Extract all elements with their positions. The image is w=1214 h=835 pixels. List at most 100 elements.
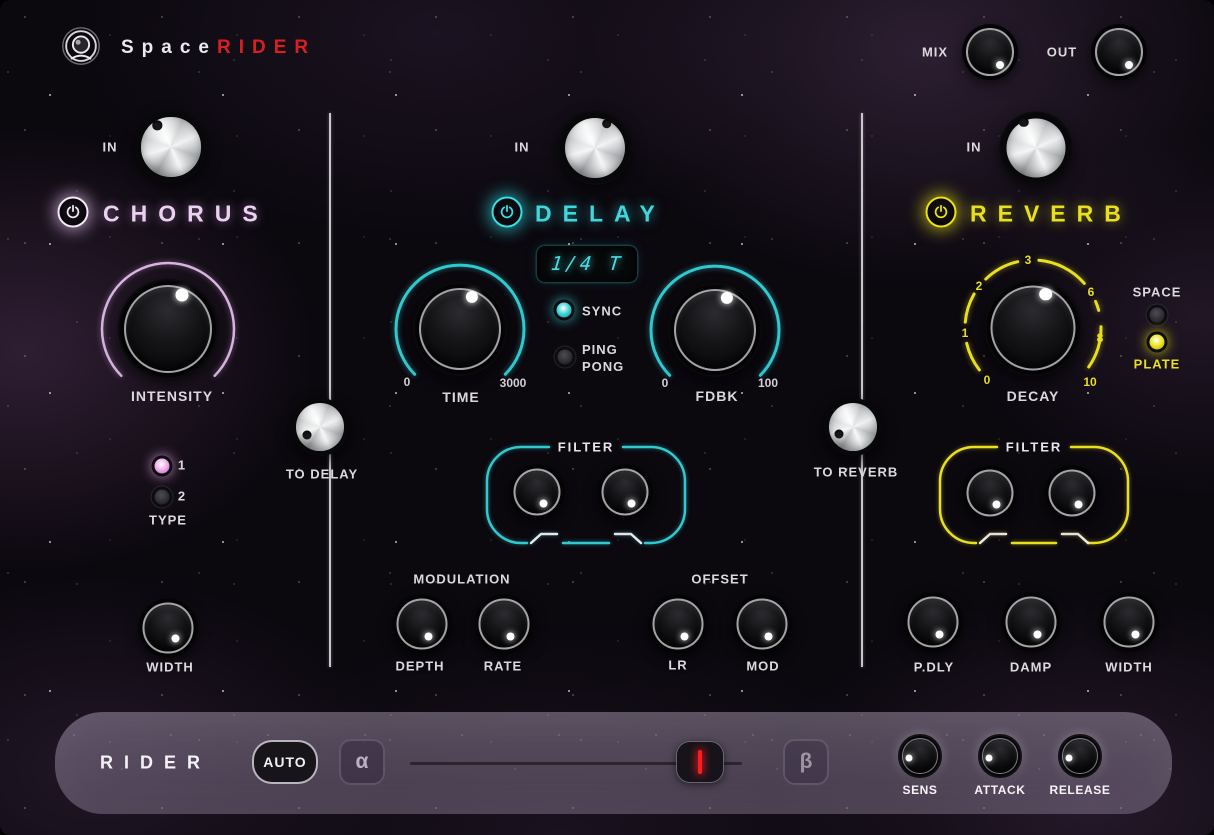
attack-knob[interactable] xyxy=(980,736,1020,776)
reverb-filter-lp-knob[interactable] xyxy=(1046,467,1099,520)
lr-label: LR xyxy=(668,658,687,673)
predelay-label: P.DLY xyxy=(914,660,954,675)
to-delay-knob[interactable] xyxy=(291,398,349,456)
intensity-label: INTENSITY xyxy=(131,388,213,404)
auto-button[interactable]: AUTO xyxy=(252,740,318,784)
decay-tick-6: 6 xyxy=(1088,285,1095,299)
release-knob[interactable] xyxy=(1060,736,1100,776)
to-reverb-label: TO REVERB xyxy=(814,465,899,480)
time-knob[interactable] xyxy=(413,282,507,376)
delay-power-button[interactable] xyxy=(492,197,523,228)
divider-delay-reverb xyxy=(861,113,863,667)
chorus-width-knob[interactable] xyxy=(140,600,197,657)
highpass-icon xyxy=(531,534,557,543)
logo-rider-text: RIDER xyxy=(217,37,316,58)
chorus-type-1-led[interactable] xyxy=(155,459,170,474)
rate-knob[interactable] xyxy=(476,596,533,653)
power-icon xyxy=(934,205,949,220)
attack-label: ATTACK xyxy=(974,783,1025,797)
power-icon xyxy=(500,205,515,220)
reverb-width-label: WIDTH xyxy=(1105,660,1153,675)
out-label: OUT xyxy=(1047,45,1077,60)
damp-knob[interactable] xyxy=(1003,594,1060,651)
sync-label: SYNC xyxy=(582,304,622,319)
plugin-panel: SpaceRIDER MIX OUT IN CHORUS INTENSITY 1… xyxy=(0,0,1214,835)
reverb-in-knob[interactable] xyxy=(1000,112,1073,185)
chorus-in-label: IN xyxy=(103,140,118,155)
alpha-button-label: α xyxy=(356,750,369,774)
decay-label: DECAY xyxy=(1007,388,1060,404)
chorus-in-knob[interactable] xyxy=(135,111,207,183)
sync-led[interactable] xyxy=(557,303,572,318)
fdbk-label: FDBK xyxy=(696,388,739,404)
reverb-power-button[interactable] xyxy=(926,197,957,228)
space-led[interactable] xyxy=(1150,308,1165,323)
sens-label: SENS xyxy=(902,783,937,797)
chorus-width-label: WIDTH xyxy=(146,660,194,675)
delay-title: DELAY xyxy=(535,201,666,228)
logo: SpaceRIDER xyxy=(121,37,316,59)
astronaut-icon xyxy=(58,24,104,70)
reverb-in-label: IN xyxy=(967,140,982,155)
logo-space-text: Space xyxy=(121,37,217,58)
mix-label: MIX xyxy=(922,45,948,60)
beta-button[interactable]: β xyxy=(783,739,829,785)
mod-offset-knob[interactable] xyxy=(734,596,791,653)
chorus-type-1-label: 1 xyxy=(178,458,186,473)
delay-time-display[interactable]: 1/4 T xyxy=(537,246,637,282)
time-max-label: 3000 xyxy=(500,376,527,390)
lr-offset-knob[interactable] xyxy=(650,596,707,653)
alpha-button[interactable]: α xyxy=(339,739,385,785)
predelay-knob[interactable] xyxy=(905,594,962,651)
reverb-filter-hp-knob[interactable] xyxy=(964,467,1017,520)
modulation-group-label: MODULATION xyxy=(413,572,510,587)
space-label: SPACE xyxy=(1133,285,1182,300)
chorus-type-2-label: 2 xyxy=(178,489,186,504)
lowpass-icon xyxy=(615,534,641,543)
reverb-title: REVERB xyxy=(970,201,1132,228)
rider-slider-handle[interactable] xyxy=(676,741,724,783)
time-min-label: 0 xyxy=(404,375,411,389)
beta-button-label: β xyxy=(800,750,813,774)
chorus-type-2-led[interactable] xyxy=(155,490,170,505)
depth-knob[interactable] xyxy=(394,596,451,653)
delay-in-knob[interactable] xyxy=(558,111,632,185)
to-delay-label: TO DELAY xyxy=(286,467,358,482)
decay-tick-2: 2 xyxy=(976,279,983,293)
delay-filter-hp-knob[interactable] xyxy=(511,466,564,519)
divider-chorus-delay xyxy=(329,113,331,667)
delay-filter-label: FILTER xyxy=(558,440,615,455)
rider-title: RIDER xyxy=(100,753,211,774)
intensity-knob[interactable] xyxy=(118,279,218,379)
pingpong-label: PING PONG xyxy=(582,341,624,375)
fdbk-min-label: 0 xyxy=(662,376,669,390)
offset-group-label: OFFSET xyxy=(691,572,748,587)
reverb-width-knob[interactable] xyxy=(1101,594,1158,651)
decay-tick-1: 1 xyxy=(962,326,969,340)
pingpong-led[interactable] xyxy=(558,350,573,365)
power-icon xyxy=(66,205,81,220)
damp-label: DAMP xyxy=(1010,660,1052,675)
depth-label: DEPTH xyxy=(395,659,444,674)
plate-label: PLATE xyxy=(1134,357,1181,372)
fdbk-max-label: 100 xyxy=(758,376,778,390)
decay-tick-10: 10 xyxy=(1083,375,1096,389)
rider-handle-indicator xyxy=(698,750,702,774)
decay-tick-8: 8 xyxy=(1097,331,1104,345)
chorus-power-button[interactable] xyxy=(58,197,89,228)
mix-knob[interactable] xyxy=(963,25,1017,79)
to-reverb-knob[interactable] xyxy=(824,398,882,456)
sens-knob[interactable] xyxy=(900,736,940,776)
chorus-type-label: TYPE xyxy=(149,513,187,528)
decay-knob[interactable] xyxy=(985,280,1082,377)
auto-button-label: AUTO xyxy=(263,754,306,770)
delay-filter-lp-knob[interactable] xyxy=(599,466,652,519)
mod-label: MOD xyxy=(746,659,779,674)
out-knob[interactable] xyxy=(1092,25,1146,79)
delay-time-display-value: 1/4 T xyxy=(550,253,625,275)
plate-led[interactable] xyxy=(1150,335,1165,350)
decay-tick-3: 3 xyxy=(1025,253,1032,267)
time-label: TIME xyxy=(442,389,479,405)
fdbk-knob[interactable] xyxy=(668,283,762,377)
decay-tick-0: 0 xyxy=(984,373,991,387)
